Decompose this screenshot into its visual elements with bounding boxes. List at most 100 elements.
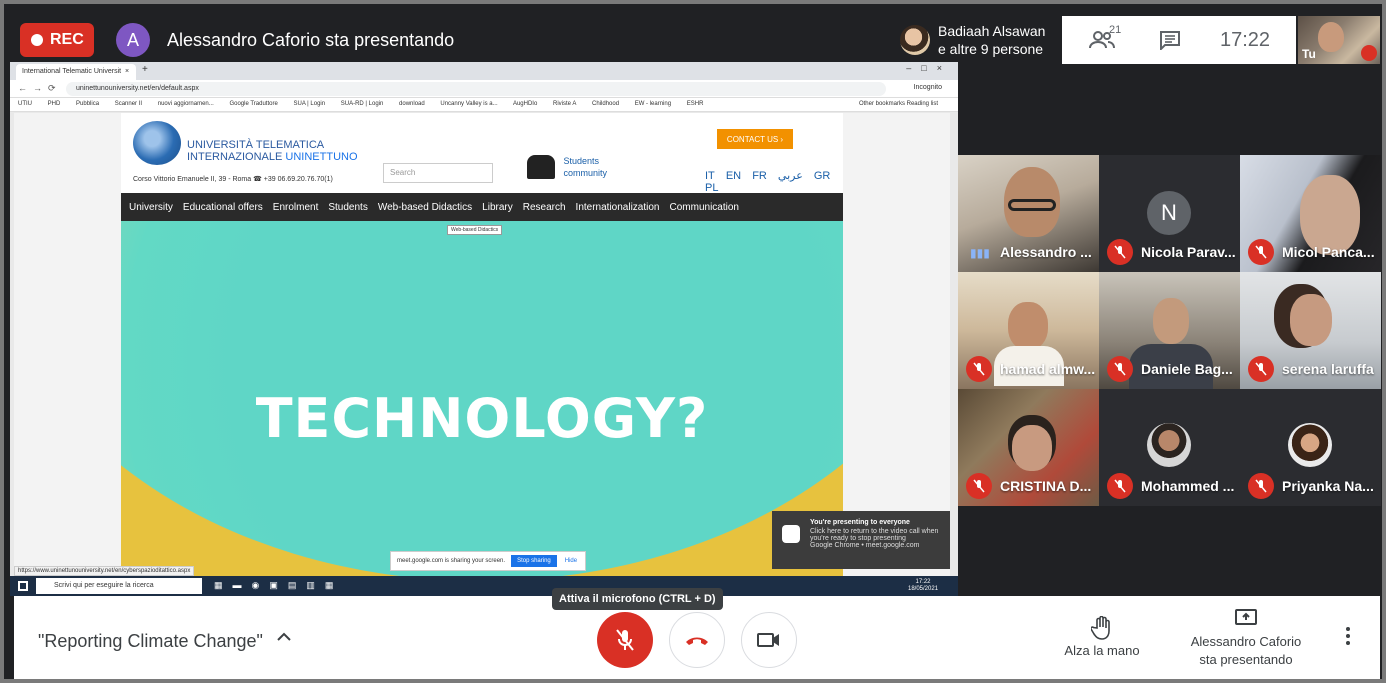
bookmark[interactable]: EW - learning — [635, 101, 671, 107]
bookmark[interactable]: SUA-RD | Login — [341, 101, 384, 107]
lang-gr[interactable]: GR — [814, 170, 831, 182]
bookmark[interactable]: UTIU — [18, 101, 32, 107]
incognito-label: Incognito — [913, 84, 942, 91]
self-face — [1318, 22, 1344, 52]
participant-name: Alessandro ... — [1000, 244, 1092, 260]
bookmark[interactable]: nuovi aggiornamen... — [158, 101, 214, 107]
participant-tile[interactable]: Daniele Bag... — [1099, 272, 1240, 389]
window-controls[interactable]: –□× — [906, 63, 952, 73]
site-search-input[interactable]: Search — [383, 163, 493, 183]
nav-research[interactable]: Research — [523, 202, 566, 213]
nav-tooltip: Web-based Didactics — [447, 225, 503, 235]
participant-tile[interactable]: N Nicola Parav... — [1099, 155, 1240, 272]
browser-tabstrip: International Telematic Universit × + –□… — [10, 62, 958, 80]
hero-banner: TECHNOLOGY? — [121, 221, 843, 577]
bookmark[interactable]: SUA | Login — [294, 101, 326, 107]
participant-name: Priyanka Na... — [1282, 478, 1374, 494]
students-community-link[interactable]: Students community — [527, 155, 607, 179]
lang-fr[interactable]: FR — [752, 170, 767, 182]
stop-sharing-button[interactable]: Stop sharing — [511, 555, 557, 567]
participant-tile[interactable]: CRISTINA D... — [958, 389, 1099, 506]
participant-tile[interactable]: hamad almw... — [958, 272, 1099, 389]
new-tab-icon[interactable]: + — [142, 64, 148, 75]
presenting-button[interactable]: Alessandro Caforio sta presentando — [1180, 608, 1312, 669]
presenting-line1: Alessandro Caforio — [1190, 634, 1302, 649]
bookmark[interactable]: Pubblica — [76, 101, 99, 107]
contact-us-button[interactable]: CONTACT US › — [717, 129, 793, 149]
bookmark[interactable]: PHD — [48, 101, 61, 107]
bookmark[interactable]: Childhood — [592, 101, 619, 107]
taskbar-time: 17:22 — [915, 579, 931, 585]
lang-ar[interactable]: عربي — [778, 170, 803, 182]
nav-students[interactable]: Students — [328, 202, 367, 213]
participant-name: Daniele Bag... — [1141, 361, 1233, 377]
participant-tile[interactable]: ▮▮▮ Alessandro ... — [958, 155, 1099, 272]
microphone-button[interactable] — [597, 612, 653, 668]
chevron-up-icon[interactable] — [276, 629, 292, 645]
presenting-line2: sta presentando — [1199, 652, 1293, 667]
taskbar-search[interactable]: Scrivi qui per eseguire la ricerca — [36, 578, 202, 594]
bookmarks-bar: UTIU PHD Pubblica Scanner II nuovi aggio… — [10, 98, 958, 112]
logo-text[interactable]: UNIVERSITÀ TELEMATICA INTERNAZIONALE UNI… — [187, 139, 358, 163]
raise-hand-label: Alza la mano — [1064, 643, 1140, 658]
nav-web-based-didactics[interactable]: Web-based Didactics — [378, 202, 472, 213]
camera-icon — [757, 633, 779, 647]
url-field[interactable]: uninettunouniversity.net/en/default.aspx — [66, 82, 886, 96]
site-nav: University Educational offers Enrolment … — [121, 193, 843, 221]
chat-button[interactable] — [1142, 30, 1198, 50]
uninettuno-site: UNIVERSITÀ TELEMATICA INTERNAZIONALE UNI… — [121, 113, 843, 577]
browser-tab[interactable]: International Telematic Universit × — [16, 64, 136, 80]
joined-notice[interactable]: Badiaah Alsawan e altre 9 persone — [890, 16, 1062, 64]
self-video-tile[interactable]: Tu — [1298, 16, 1380, 64]
nav-university[interactable]: University — [129, 202, 173, 213]
bookmark[interactable]: Google Traduttore — [229, 101, 277, 107]
people-button[interactable]: 21 — [1062, 24, 1142, 50]
joined-name: Badiaah Alsawan — [938, 23, 1046, 39]
bookmark[interactable]: download — [399, 101, 425, 107]
mic-off-icon — [1107, 473, 1133, 499]
web-page: UNIVERSITÀ TELEMATICA INTERNAZIONALE UNI… — [14, 113, 950, 577]
windows-taskbar: Scrivi qui per eseguire la ricerca ▦▬◉▣▤… — [10, 576, 958, 596]
camera-button[interactable] — [741, 612, 797, 668]
nav-enrolment[interactable]: Enrolment — [273, 202, 319, 213]
lang-it[interactable]: IT — [705, 170, 715, 182]
mic-off-icon — [1248, 356, 1274, 382]
bookmark[interactable]: AugHDIo — [513, 101, 537, 107]
raise-hand-button[interactable]: Alza la mano — [1056, 615, 1148, 658]
nav-educational-offers[interactable]: Educational offers — [183, 202, 263, 213]
self-label: Tu — [1302, 47, 1316, 61]
mic-off-icon — [1107, 356, 1133, 382]
joined-others: e altre 9 persone — [938, 41, 1044, 57]
nav-communication[interactable]: Communication — [670, 202, 739, 213]
bookmark[interactable]: Scanner II — [115, 101, 142, 107]
more-options-icon[interactable] — [1336, 624, 1360, 648]
meeting-title[interactable]: "Reporting Climate Change" — [38, 631, 263, 652]
nav-internationalization[interactable]: Internationalization — [576, 202, 660, 213]
bookmark[interactable]: Uncanny Valley is a... — [440, 101, 497, 107]
participant-tile[interactable]: Mohammed ... — [1099, 389, 1240, 506]
hang-up-button[interactable] — [669, 612, 725, 668]
participant-name: CRISTINA D... — [1000, 478, 1092, 494]
clock: 17:22 — [1220, 28, 1271, 51]
taskbar-apps[interactable]: ▦▬◉▣▤▥▦ — [214, 580, 343, 591]
nav-buttons[interactable]: ←→⟳ — [18, 83, 62, 94]
participant-tile[interactable]: Priyanka Na... — [1240, 389, 1381, 506]
windows-start-icon[interactable] — [18, 581, 28, 591]
meeting-info-bar: 21 17:22 — [1062, 16, 1296, 64]
bookmark[interactable]: Riviste A — [553, 101, 576, 107]
participant-face — [1012, 425, 1052, 471]
participant-name: Nicola Parav... — [1141, 244, 1236, 260]
bookmark[interactable]: ESHR — [687, 101, 704, 107]
participant-tile[interactable]: Micol Panca... — [1240, 155, 1381, 272]
lang-en[interactable]: EN — [726, 170, 741, 182]
mic-off-icon — [1107, 239, 1133, 265]
record-dot-icon — [31, 34, 43, 46]
hide-button[interactable]: Hide — [565, 558, 577, 564]
globe-logo-icon[interactable] — [133, 121, 181, 165]
participant-name: Micol Panca... — [1282, 244, 1375, 260]
students-line1: Students — [563, 156, 600, 166]
nav-library[interactable]: Library — [482, 202, 513, 213]
participant-tile[interactable]: serena laruffa — [1240, 272, 1381, 389]
presenting-toast[interactable]: You're presenting to everyone Click here… — [772, 511, 950, 569]
other-bookmarks[interactable]: Other bookmarks Reading list — [859, 101, 938, 107]
